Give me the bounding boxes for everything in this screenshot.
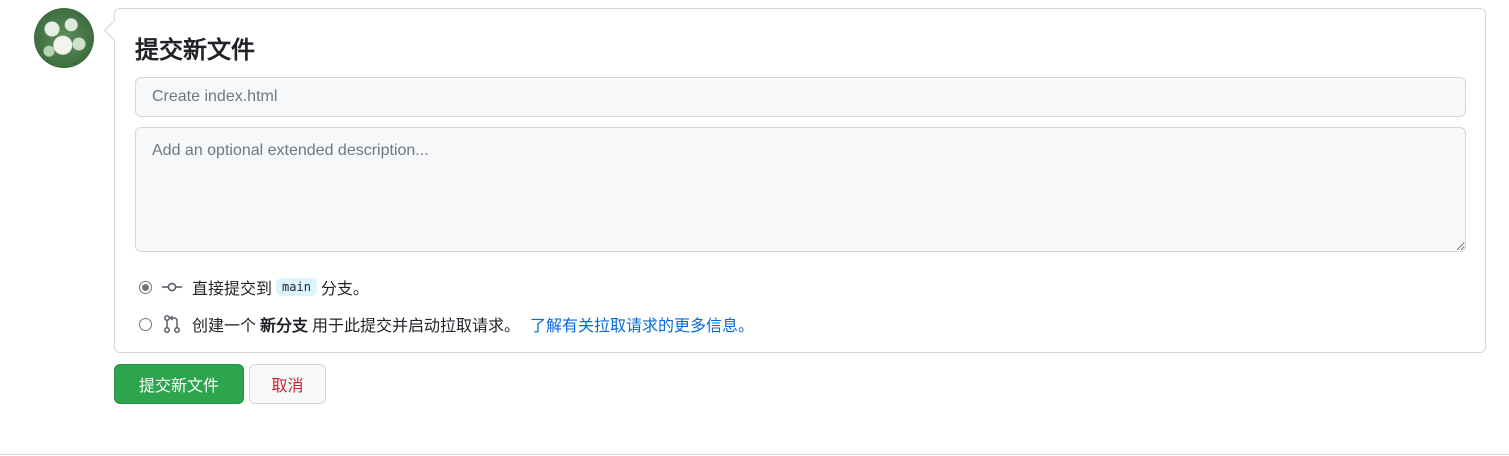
git-pull-request-icon [162,315,182,333]
new-branch-prefix-text: 创建一个 [192,318,257,335]
commit-summary-input[interactable] [135,77,1466,117]
divider [0,454,1509,455]
commit-form-title: 提交新文件 [135,36,255,64]
commit-new-file-button[interactable]: 提交新文件 [114,364,244,404]
commit-form-box: 提交新文件 直接提交到 main 分支。 创建一个 [114,8,1486,353]
direct-prefix-text: 直接提交到 [192,281,273,298]
commit-new-branch-option[interactable]: 创建一个 新分支 用于此提交并启动拉取请求。 了解有关拉取请求的更多信息。 [139,312,754,336]
branch-name-badge: main [276,278,317,296]
commit-description-textarea[interactable] [135,127,1466,252]
commit-direct-radio[interactable] [139,280,152,294]
new-branch-suffix-text: 用于此提交并启动拉取请求。 [312,318,521,335]
new-branch-bold-text: 新分支 [260,318,309,335]
direct-suffix-text: 分支。 [320,281,369,298]
cancel-button[interactable]: 取消 [249,364,326,404]
git-commit-icon [162,279,182,295]
learn-more-pull-requests-link[interactable]: 了解有关拉取请求的更多信息。 [530,312,754,336]
commit-new-branch-radio[interactable] [139,317,152,331]
commit-direct-option[interactable]: 直接提交到 main 分支。 [139,275,369,299]
user-avatar[interactable] [34,8,94,68]
